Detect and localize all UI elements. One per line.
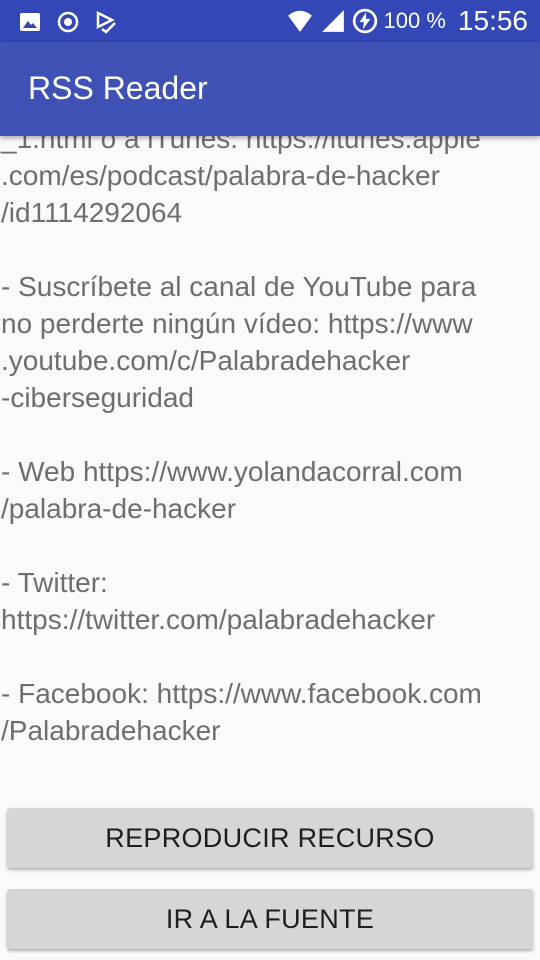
- article-content[interactable]: _1.html o a iTunes: https://itunes.apple…: [0, 136, 540, 800]
- text-line: -ciberseguridad: [1, 382, 194, 413]
- app-bar: RSS Reader: [0, 42, 540, 136]
- status-bar-notifications: [18, 8, 118, 36]
- text-line: - Web https://www.yolandacorral.com: [1, 456, 463, 487]
- text-line: /id1114292064: [1, 197, 183, 228]
- text-line: - Twitter:: [1, 567, 108, 598]
- record-icon: [57, 11, 79, 33]
- text-line: .com/es/podcast/palabra-de-hacker: [1, 160, 440, 191]
- text-line: /palabra-de-hacker: [1, 493, 237, 524]
- text-line: - Suscríbete al canal de YouTube para: [1, 271, 477, 302]
- play-resource-button[interactable]: REPRODUCIR RECURSO: [7, 808, 533, 868]
- text-line: no perderte ningún vídeo: https://www: [1, 308, 473, 339]
- text-line: https://twitter.com/palabradehacker: [1, 604, 436, 635]
- signal-icon: [321, 10, 344, 32]
- text-line: - Facebook: https://www.facebook.com: [1, 678, 482, 709]
- battery-percentage: 100 %: [383, 8, 446, 33]
- clock: 15:56: [457, 5, 528, 36]
- text-line: _1.html o a iTunes: https://itunes.apple: [1, 136, 481, 154]
- status-bar: 100 % 15:56: [0, 0, 540, 42]
- app-title: RSS Reader: [28, 70, 208, 106]
- text-line: .youtube.com/c/Palabradehacker: [1, 345, 411, 376]
- image-icon: [20, 13, 40, 31]
- article-text: _1.html o a iTunes: https://itunes.apple…: [0, 136, 540, 749]
- wifi-icon: [287, 10, 312, 32]
- status-bar-system: 100 % 15:56: [286, 3, 528, 39]
- battery-saver-icon: [352, 8, 377, 34]
- go-to-source-button[interactable]: IR A LA FUENTE: [7, 889, 533, 949]
- text-line: /Palabradehacker: [1, 715, 221, 746]
- download-check-icon: [96, 10, 116, 34]
